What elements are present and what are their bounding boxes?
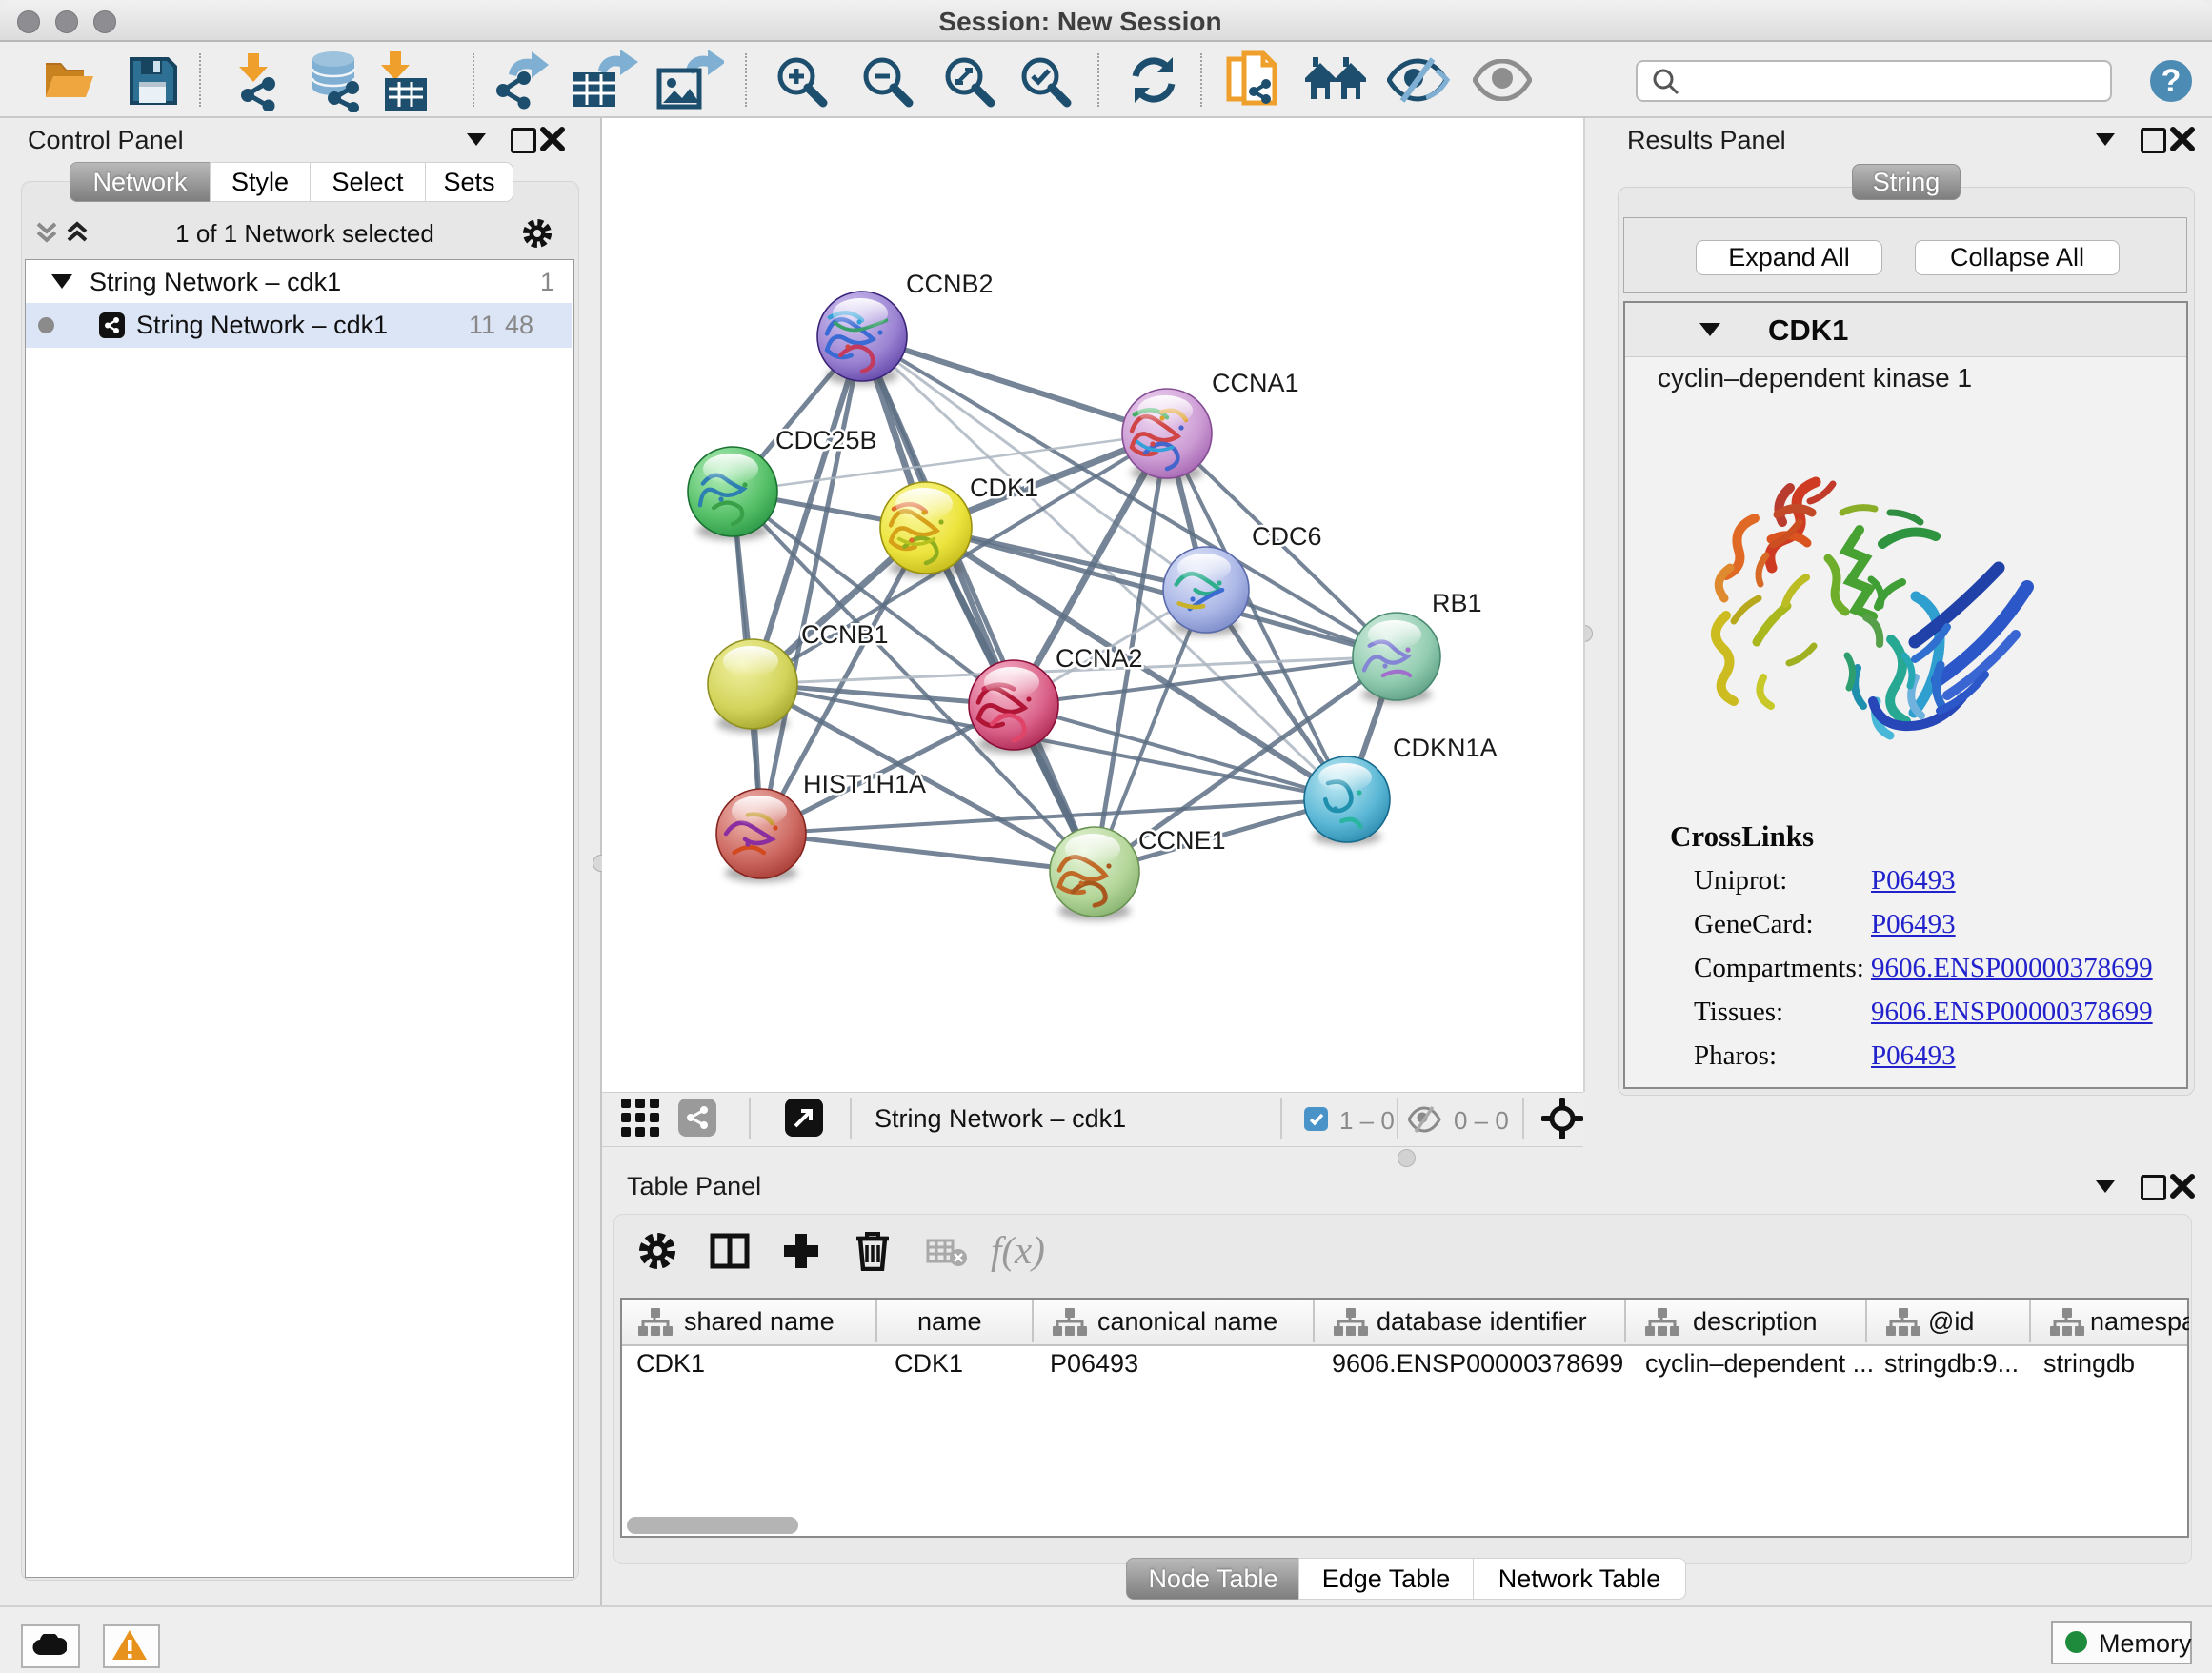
svg-text:CDKN1A: CDKN1A [1393,734,1498,762]
svg-text:CCNB2: CCNB2 [906,270,994,298]
svg-text:CDC25B: CDC25B [775,426,877,454]
svg-text:CDC6: CDC6 [1252,522,1322,551]
svg-text:RB1: RB1 [1432,589,1482,617]
svg-text:HIST1H1A: HIST1H1A [803,770,926,798]
svg-text:CCNB1: CCNB1 [801,620,889,649]
svg-text:CCNE1: CCNE1 [1138,826,1226,855]
svg-text:CCNA1: CCNA1 [1212,369,1299,397]
svg-text:CCNA2: CCNA2 [1056,644,1143,673]
svg-text:CDK1: CDK1 [970,474,1038,502]
